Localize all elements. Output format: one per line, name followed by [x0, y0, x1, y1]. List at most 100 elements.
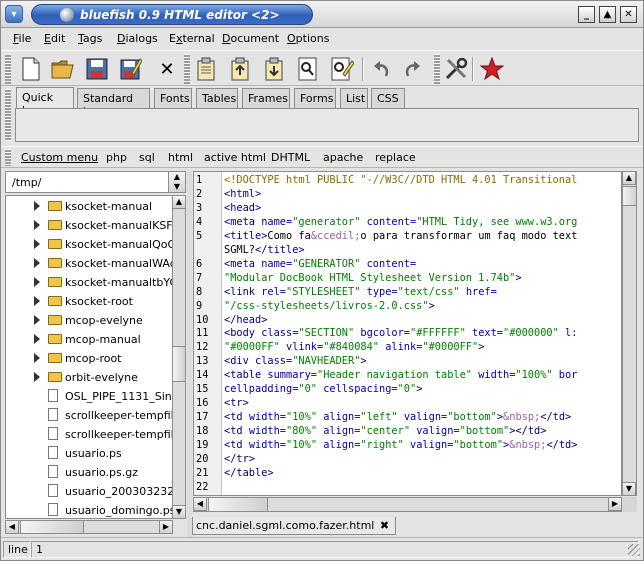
file-browser-tree[interactable]: ksocket-manual ksocket-manualKSF4F ksocket…: [5, 195, 173, 519]
scroll-left-icon[interactable]: ◀: [193, 497, 207, 511]
copy-icon[interactable]: [192, 55, 220, 83]
tree-file-row[interactable]: usuario.ps.gz: [6, 463, 172, 482]
tree-file-row[interactable]: usuario_domingo.ps: [6, 501, 172, 518]
tree-folder-row[interactable]: mcop-manual: [6, 330, 172, 349]
tab-quick-bar[interactable]: Quick bar: [16, 87, 74, 117]
scroll-thumb[interactable]: [208, 497, 268, 512]
preferences-icon[interactable]: [442, 55, 470, 83]
custom-menu-dhtml[interactable]: DHTML: [271, 151, 310, 164]
tree-folder-row[interactable]: ksocket-manual: [6, 197, 172, 216]
tree-file-row[interactable]: scrollkeeper-tempfile.2: [6, 425, 172, 444]
paste-icon[interactable]: [260, 55, 288, 83]
toolbar-handle[interactable]: [5, 54, 11, 84]
open-file-icon[interactable]: [49, 55, 77, 83]
expander-triangle-icon[interactable]: [34, 220, 40, 230]
tab-forms[interactable]: Forms: [294, 88, 336, 108]
scroll-up-icon[interactable]: ▲: [172, 195, 186, 209]
main-toolbar: ✕: [1, 50, 643, 86]
cut-icon[interactable]: [226, 55, 254, 83]
line-number: 6: [196, 257, 203, 270]
editor-hscrollbar[interactable]: ◀ ▶: [193, 497, 622, 512]
tree-folder-row[interactable]: ksocket-manualQoOx1: [6, 235, 172, 254]
close-window-button[interactable]: ✕: [620, 6, 637, 23]
scroll-down-icon[interactable]: ▼: [622, 482, 636, 496]
maximize-button[interactable]: ▲: [599, 6, 616, 23]
expander-triangle-icon[interactable]: [34, 296, 40, 306]
expander-triangle-icon[interactable]: [34, 277, 40, 287]
expander-triangle-icon[interactable]: [34, 334, 40, 344]
redo-icon[interactable]: [399, 55, 427, 83]
scroll-thumb[interactable]: [172, 346, 186, 382]
scroll-right-icon[interactable]: ▶: [608, 497, 622, 511]
expander-triangle-icon[interactable]: [34, 315, 40, 325]
scroll-right-icon[interactable]: ▶: [159, 520, 173, 534]
menu-tags[interactable]: Tags: [78, 32, 102, 45]
scroll-left-icon[interactable]: ◀: [5, 520, 19, 534]
expander-triangle-icon[interactable]: [34, 258, 40, 268]
undo-icon[interactable]: [367, 55, 395, 83]
status-line-label: line: [3, 541, 31, 558]
tree-folder-row[interactable]: mcop-evelyne: [6, 311, 172, 330]
tree-file-row[interactable]: OSL_PIPE_1131_Sing: [6, 387, 172, 406]
custom-menu-php[interactable]: php: [106, 151, 127, 164]
menu-external[interactable]: External: [169, 32, 215, 45]
find-icon[interactable]: [294, 55, 322, 83]
file-tree-vscrollbar[interactable]: ▲ ▼: [172, 195, 186, 519]
expander-triangle-icon[interactable]: [34, 353, 40, 363]
menu-edit[interactable]: Edit: [44, 32, 65, 45]
tab-tables[interactable]: Tables: [196, 88, 238, 108]
menu-document[interactable]: Document: [222, 32, 279, 45]
tab-standard-bar[interactable]: Standard bar: [77, 88, 150, 118]
tree-file-row[interactable]: usuario.ps: [6, 444, 172, 463]
custom-menu-apache[interactable]: apache: [323, 151, 363, 164]
tab-list[interactable]: List: [340, 88, 368, 108]
menu-dialogs[interactable]: Dialogs: [117, 32, 158, 45]
tree-file-row[interactable]: usuario_2003032320: [6, 482, 172, 501]
menu-file[interactable]: File: [13, 32, 31, 45]
close-tab-icon[interactable]: ✖: [380, 519, 389, 532]
minimize-button[interactable]: _: [578, 6, 595, 23]
save-as-icon[interactable]: [117, 55, 145, 83]
toolbar-handle[interactable]: [184, 54, 190, 84]
bookmark-star-icon[interactable]: [478, 55, 506, 83]
pane-splitter[interactable]: [187, 171, 192, 537]
new-file-icon[interactable]: [17, 55, 45, 83]
expander-triangle-icon[interactable]: [34, 372, 40, 382]
scroll-up-icon[interactable]: ▲: [622, 171, 636, 185]
replace-icon[interactable]: [328, 55, 356, 83]
scroll-thumb[interactable]: [622, 186, 637, 206]
toolbar-handle[interactable]: [434, 54, 440, 84]
tree-folder-row[interactable]: orbit-evelyne: [6, 368, 172, 387]
tree-folder-row[interactable]: ksocket-manualWAqIE: [6, 254, 172, 273]
file-tree-hscrollbar[interactable]: ◀ ▶: [5, 520, 173, 534]
tree-folder-row[interactable]: ksocket-manualtbYCIF: [6, 273, 172, 292]
custom-menu-html[interactable]: html: [168, 151, 193, 164]
tree-folder-row[interactable]: ksocket-manualKSF4F: [6, 216, 172, 235]
save-icon[interactable]: [83, 55, 111, 83]
custom-menu-item[interactable]: Custom menu: [21, 151, 98, 164]
notebook-handle[interactable]: [5, 89, 11, 141]
document-tab[interactable]: cnc.daniel.sgml.como.fazer.html ✖: [192, 517, 397, 535]
scroll-down-icon[interactable]: ▼: [172, 505, 186, 519]
expander-triangle-icon[interactable]: [34, 239, 40, 249]
custom-menu-active-html[interactable]: active html: [204, 151, 266, 164]
scroll-thumb[interactable]: [20, 520, 84, 534]
expander-triangle-icon[interactable]: [34, 201, 40, 211]
directory-combo[interactable]: /tmp/ ▲ ▼: [5, 171, 186, 193]
tree-folder-row[interactable]: ksocket-root: [6, 292, 172, 311]
tab-frames[interactable]: Frames: [242, 88, 290, 108]
combo-arrows-icon[interactable]: ▲ ▼: [168, 172, 185, 192]
code-editor[interactable]: 1 <!DOCTYPE html PUBLIC "-//W3C//DTD HTML…: [193, 171, 622, 496]
close-icon[interactable]: ✕: [153, 55, 181, 83]
tab-css[interactable]: CSS: [371, 88, 405, 108]
menu-options[interactable]: Options: [287, 32, 329, 45]
editor-vscrollbar[interactable]: ▲ ▼: [622, 171, 637, 496]
window-menu-button[interactable]: ▾: [5, 5, 23, 23]
resize-grip-icon[interactable]: [628, 544, 640, 556]
tree-file-row[interactable]: scrollkeeper-tempfile.1: [6, 406, 172, 425]
tree-folder-row[interactable]: mcop-root: [6, 349, 172, 368]
custombar-handle[interactable]: [5, 149, 11, 166]
custom-menu-sql[interactable]: sql: [139, 151, 155, 164]
tab-fonts[interactable]: Fonts: [154, 88, 192, 108]
custom-menu-replace[interactable]: replace: [375, 151, 416, 164]
